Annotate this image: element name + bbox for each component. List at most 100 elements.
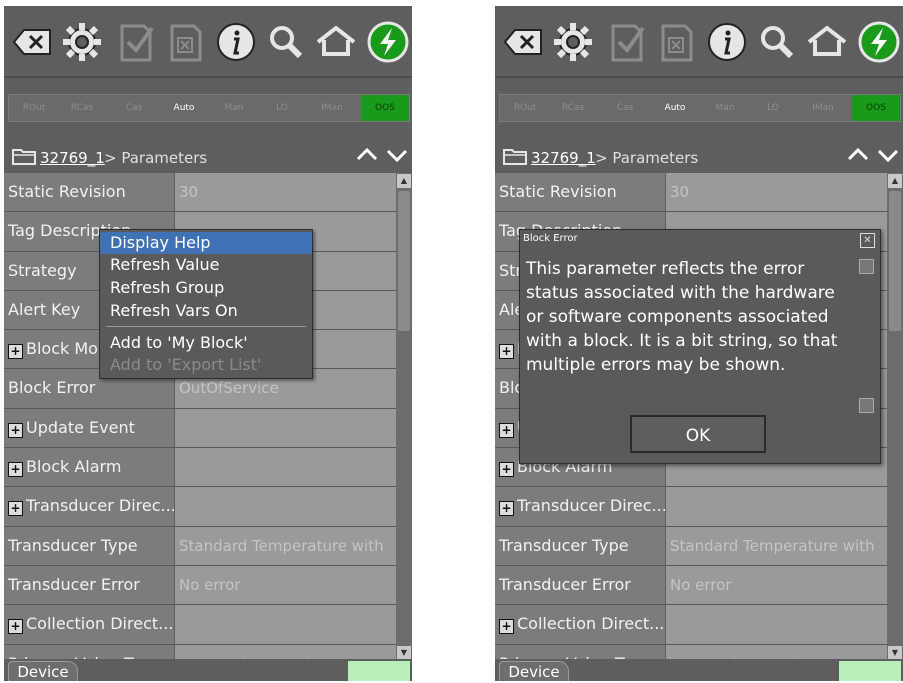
bottom-bar: Device	[495, 659, 903, 681]
info-icon[interactable]	[214, 20, 258, 64]
table-row[interactable]: + Transducer Direc...	[4, 487, 396, 527]
chevron-down-icon[interactable]	[386, 145, 408, 165]
gear-icon[interactable]	[60, 20, 104, 64]
mode-cas[interactable]: Cas	[604, 95, 646, 121]
expand-icon[interactable]: +	[499, 344, 514, 360]
search-icon[interactable]	[755, 20, 799, 64]
breadcrumb: 32769_1 > Parameters	[4, 139, 412, 173]
param-name: Static Revision	[4, 173, 174, 212]
breadcrumb: 32769_1 > Parameters	[495, 139, 903, 173]
expand-icon[interactable]: +	[8, 619, 23, 635]
param-value: Standard Temperature with	[175, 526, 396, 565]
param-name: Transducer Type	[4, 526, 174, 565]
menu-item-add-to-my-block[interactable]: Add to 'My Block'	[100, 332, 312, 354]
mode-bar: ROut RCas Cas Auto Man LO IMan OOS	[499, 94, 901, 122]
table-row[interactable]: +Update Event	[4, 408, 396, 449]
param-name: + Block Alarm	[4, 448, 174, 487]
expand-icon[interactable]: +	[8, 462, 23, 478]
scrollbar[interactable]: ▲ ▼	[887, 173, 903, 661]
param-value	[175, 487, 396, 526]
scroll-down-icon[interactable]: ▼	[397, 646, 411, 660]
breadcrumb-current: > Parameters	[595, 149, 699, 167]
expand-icon[interactable]: +	[499, 422, 514, 438]
param-value: 30	[175, 173, 396, 212]
mode-rout[interactable]: ROut	[13, 95, 55, 121]
param-name: + Collection Direct...	[495, 605, 665, 644]
expand-icon[interactable]: +	[8, 422, 23, 438]
breadcrumb-current: > Parameters	[104, 149, 208, 167]
mode-auto[interactable]: Auto	[654, 95, 696, 121]
table-row[interactable]: + Collection Direct...	[4, 605, 396, 645]
breadcrumb-link[interactable]: 32769_1	[40, 149, 105, 167]
mode-cas[interactable]: Cas	[113, 95, 155, 121]
scroll-thumb[interactable]	[889, 191, 901, 331]
table-row[interactable]: Static Revision 30	[4, 173, 396, 213]
param-value: No error	[175, 565, 396, 605]
table-row[interactable]: + Transducer Direc...	[495, 487, 887, 527]
table-row[interactable]: Transducer Error No error	[4, 565, 396, 606]
mode-iman[interactable]: IMan	[802, 95, 844, 121]
dialog-title: Block Error	[523, 233, 578, 244]
mode-man[interactable]: Man	[213, 95, 255, 121]
tab-device[interactable]: Device	[499, 661, 569, 681]
table-row[interactable]: + Block Alarm	[4, 448, 396, 488]
mode-lo[interactable]: LO	[752, 95, 794, 121]
left-screen: ROut RCas Cas Auto Man LO IMan OOS 32769…	[4, 6, 412, 681]
chevron-up-icon[interactable]	[356, 145, 378, 165]
param-name: + Collection Direct...	[4, 605, 174, 644]
lightning-icon[interactable]	[366, 20, 410, 64]
mode-man[interactable]: Man	[704, 95, 746, 121]
param-value	[175, 408, 396, 448]
mode-lo[interactable]: LO	[261, 95, 303, 121]
expand-icon[interactable]: +	[499, 462, 514, 478]
dialog-scroll-down-icon[interactable]	[859, 398, 874, 413]
scroll-up-icon[interactable]: ▲	[888, 174, 902, 188]
gear-icon[interactable]	[551, 20, 595, 64]
breadcrumb-link[interactable]: 32769_1	[531, 149, 596, 167]
menu-item-refresh-value[interactable]: Refresh Value	[100, 254, 312, 276]
expand-icon[interactable]: +	[499, 501, 514, 517]
context-menu: Display Help Refresh Value Refresh Group…	[99, 229, 313, 379]
scrollbar[interactable]: ▲ ▼	[396, 173, 412, 661]
ok-button[interactable]: OK	[630, 415, 766, 453]
mode-rout[interactable]: ROut	[504, 95, 546, 121]
mode-oos[interactable]: OOS	[361, 95, 409, 121]
table-row[interactable]: Transducer Error No error	[495, 565, 887, 606]
home-icon[interactable]	[805, 20, 849, 64]
menu-item-refresh-vars-on[interactable]: Refresh Vars On	[100, 300, 312, 322]
mode-iman[interactable]: IMan	[311, 95, 353, 121]
table-row[interactable]: Static Revision 30	[495, 173, 887, 213]
search-icon[interactable]	[264, 20, 308, 64]
tab-device[interactable]: Device	[8, 661, 78, 681]
mode-oos[interactable]: OOS	[852, 95, 900, 121]
menu-item-refresh-group[interactable]: Refresh Group	[100, 277, 312, 299]
checkmark-document-icon	[605, 20, 649, 64]
home-icon[interactable]	[314, 20, 358, 64]
backspace-icon[interactable]	[501, 20, 545, 64]
param-name: Static Revision	[495, 173, 665, 212]
scroll-down-icon[interactable]: ▼	[888, 646, 902, 660]
table-row[interactable]: Transducer Type Standard Temperature with	[495, 526, 887, 566]
chevron-down-icon[interactable]	[877, 145, 899, 165]
folder-icon	[12, 147, 36, 169]
scroll-thumb[interactable]	[398, 191, 410, 331]
info-icon[interactable]	[705, 20, 749, 64]
mode-rcas[interactable]: RCas	[552, 95, 594, 121]
table-row[interactable]: Transducer Type Standard Temperature with	[4, 526, 396, 566]
scroll-up-icon[interactable]: ▲	[397, 174, 411, 188]
mode-rcas[interactable]: RCas	[61, 95, 103, 121]
close-icon[interactable]: ✕	[860, 233, 875, 248]
expand-icon[interactable]: +	[8, 501, 23, 517]
chevron-up-icon[interactable]	[847, 145, 869, 165]
param-value	[175, 448, 396, 487]
table-row[interactable]: + Collection Direct...	[495, 605, 887, 645]
lightning-icon[interactable]	[857, 20, 901, 64]
menu-item-display-help[interactable]: Display Help	[100, 232, 312, 254]
expand-icon[interactable]: +	[499, 619, 514, 635]
mode-auto[interactable]: Auto	[163, 95, 205, 121]
folder-icon	[503, 147, 527, 169]
dialog-scroll-up-icon[interactable]	[859, 259, 874, 274]
expand-icon[interactable]: +	[8, 344, 23, 360]
backspace-icon[interactable]	[10, 20, 54, 64]
status-indicator	[348, 661, 410, 681]
